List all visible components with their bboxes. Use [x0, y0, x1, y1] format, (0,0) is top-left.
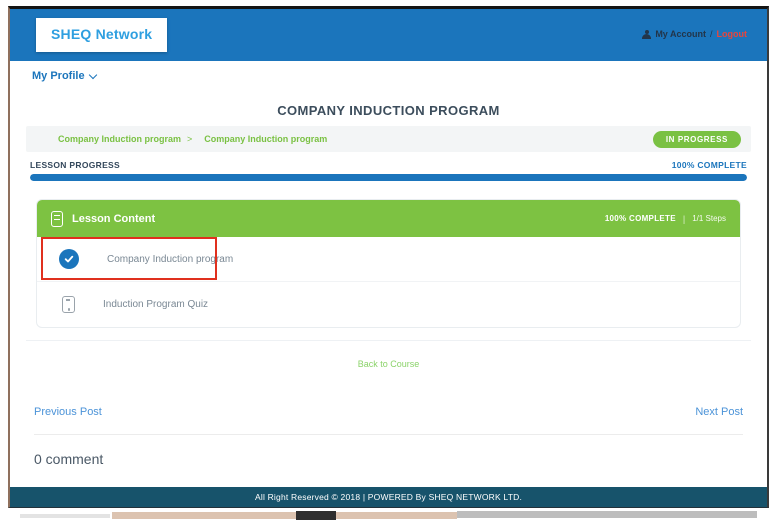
lesson-progress-row: LESSON PROGRESS 100% COMPLETE: [30, 160, 747, 170]
comment-divider: [34, 434, 743, 435]
comment-count: 0 comment: [34, 451, 104, 467]
previous-post-link[interactable]: Previous Post: [34, 406, 102, 418]
document-icon: [51, 210, 63, 227]
logo[interactable]: SHEQ Network: [36, 18, 168, 52]
quiz-icon: [62, 296, 75, 313]
lesson-progress-label: LESSON PROGRESS: [30, 160, 120, 170]
my-account-link[interactable]: My Account: [655, 29, 706, 39]
back-to-course-link[interactable]: Back to Course: [358, 359, 420, 369]
browser-window: SHEQ Network My Account / Logout My Prof…: [8, 6, 769, 508]
lesson-progress-percent: 100% COMPLETE: [671, 160, 747, 170]
lesson-item-company-induction[interactable]: Company Induction program: [37, 237, 740, 282]
card-steps-label: 1/1 Steps: [692, 214, 726, 223]
lesson-content-header: Lesson Content 100% COMPLETE | 1/1 Steps: [37, 200, 740, 237]
my-profile-dropdown[interactable]: My Profile: [32, 70, 97, 82]
desktop-fragment: [457, 511, 757, 518]
desktop-fragment: [20, 514, 110, 518]
lesson-item-label: Induction Program Quiz: [103, 299, 209, 310]
lesson-item-label: Company Induction program: [107, 253, 234, 265]
post-navigation: Previous Post Next Post: [34, 406, 743, 418]
card-meta-divider: |: [682, 213, 686, 224]
footer-bar: All Right Reserved © 2018 | POWERED By S…: [10, 487, 767, 507]
lesson-item-quiz[interactable]: Induction Program Quiz: [37, 282, 740, 327]
lesson-content-card: Lesson Content 100% COMPLETE | 1/1 Steps…: [36, 199, 741, 328]
my-profile-label: My Profile: [32, 70, 85, 82]
logo-text: SHEQ Network: [51, 26, 153, 42]
status-badge: IN PROGRESS: [652, 130, 741, 148]
progress-bar-fill: [30, 174, 747, 181]
page-title: COMPANY INDUCTION PROGRAM: [277, 103, 500, 118]
section-divider: [26, 340, 751, 341]
lesson-content-meta: 100% COMPLETE | 1/1 Steps: [605, 214, 726, 224]
breadcrumb-course-link[interactable]: Company Induction program: [58, 134, 181, 144]
progress-bar-track: [30, 174, 747, 181]
back-link-wrap: Back to Course: [10, 354, 767, 372]
desktop-fragment: [296, 511, 336, 520]
desktop-fragment: [112, 512, 457, 519]
card-complete-label: 100% COMPLETE: [604, 214, 676, 223]
lesson-content-title: Lesson Content: [72, 212, 156, 225]
footer-text: All Right Reserved © 2018 | POWERED By S…: [254, 492, 523, 502]
screenshot-root: SHEQ Network My Account / Logout My Prof…: [0, 0, 777, 525]
account-menu: My Account / Logout: [642, 29, 747, 39]
account-separator: /: [709, 29, 713, 39]
chevron-down-icon: [88, 70, 97, 79]
breadcrumb-separator: >: [187, 134, 193, 144]
breadcrumb-lesson-link[interactable]: Company Induction program: [204, 134, 327, 144]
check-complete-icon: [59, 249, 79, 269]
breadcrumb-strip: Company Induction program > Company Indu…: [26, 126, 751, 152]
breadcrumb: Company Induction program > Company Indu…: [58, 134, 327, 144]
secondary-nav: My Profile: [10, 61, 767, 91]
user-icon: [642, 29, 652, 39]
next-post-link[interactable]: Next Post: [695, 406, 743, 418]
logout-link[interactable]: Logout: [717, 29, 748, 39]
top-header-bar: SHEQ Network My Account / Logout: [10, 9, 767, 61]
